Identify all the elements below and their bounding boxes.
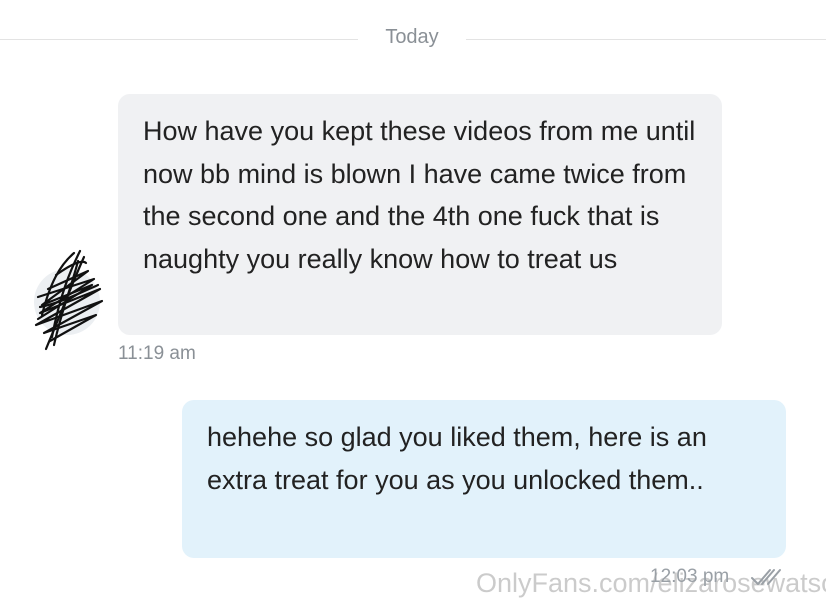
divider-line-right [466,39,826,40]
outgoing-message-bubble[interactable]: hehehe so glad you liked them, here is a… [182,400,786,558]
outgoing-message-text: hehehe so glad you liked them, here is a… [207,422,707,495]
outgoing-message-time: 12:03 pm [650,566,730,587]
incoming-message-bubble[interactable]: How have you kept these videos from me u… [118,94,722,335]
incoming-message-time: 11:19 am [118,343,196,364]
double-check-icon [751,569,781,585]
avatar[interactable] [30,245,106,353]
date-divider-label: Today [385,26,439,48]
scribble-redaction-icon [34,249,104,351]
divider-line-left [0,39,358,40]
incoming-message-text: How have you kept these videos from me u… [143,116,696,274]
